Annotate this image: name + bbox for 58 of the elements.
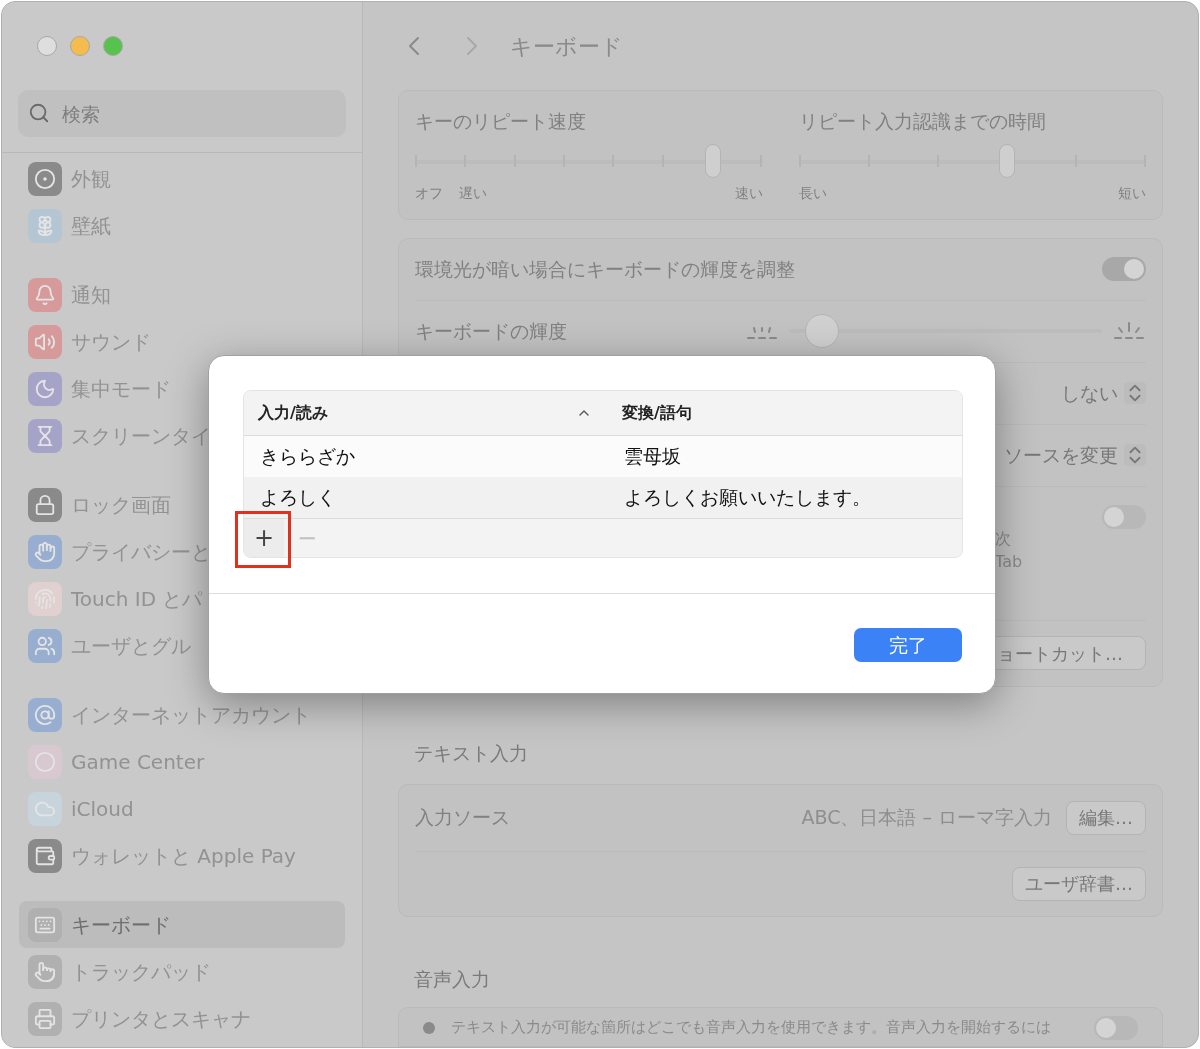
fingerprint-icon xyxy=(28,581,62,616)
brightness-slider[interactable] xyxy=(789,314,1102,349)
done-button[interactable]: 完了 xyxy=(854,628,962,662)
setting-label: 入力ソース xyxy=(415,805,511,831)
cloud-icon xyxy=(28,791,62,826)
toggle-switch[interactable] xyxy=(1102,504,1146,529)
slider-label: リピート入力認識までの時間 xyxy=(798,109,1047,134)
hand-icon xyxy=(28,534,62,569)
column-header[interactable]: 入力/読み xyxy=(244,391,608,435)
table-cell-text: よろしくお願いいたします。 xyxy=(623,485,871,511)
sidebar-item[interactable]: キーボード xyxy=(19,901,345,948)
bell-icon xyxy=(28,277,62,312)
edit-button[interactable]: 編集… xyxy=(1066,800,1146,835)
shortcut-button[interactable]: ョートカット… xyxy=(994,636,1146,671)
user-dictionary-button[interactable]: ユーザ辞書… xyxy=(1012,866,1146,901)
appearance-icon xyxy=(28,161,62,196)
wallet-icon xyxy=(28,838,62,873)
section-heading: テキスト入力 xyxy=(414,741,529,766)
column-header[interactable]: 変換/語句 xyxy=(608,391,962,435)
trackpad-icon xyxy=(28,954,62,989)
slider-thumb[interactable] xyxy=(704,144,721,178)
window-control[interactable] xyxy=(103,36,123,56)
flower-icon xyxy=(28,208,62,243)
chevron-updown-icon xyxy=(1124,444,1146,467)
slider-label: オフ xyxy=(415,184,443,203)
slider-label: 遅い xyxy=(459,184,487,203)
slider-label: キーのリピート速度 xyxy=(415,109,587,134)
toggle-switch[interactable] xyxy=(1094,1016,1138,1041)
slider-label: 速い xyxy=(734,184,763,203)
slider-label: 長い xyxy=(798,184,827,203)
keyboard-icon xyxy=(28,907,62,942)
slider-thumb[interactable] xyxy=(999,144,1015,178)
search-icon xyxy=(28,102,50,124)
search-field[interactable]: 検索 xyxy=(18,90,346,137)
at-sign-icon xyxy=(28,697,62,732)
setting-label: 環境光が暗い場合にキーボードの輝度を調整 xyxy=(415,256,796,282)
moon-icon xyxy=(28,371,62,406)
table-cell-text: よろしく xyxy=(259,485,337,511)
bright-icon xyxy=(1112,322,1146,341)
lock-icon xyxy=(28,487,62,522)
section-heading: 音声入力 xyxy=(414,966,491,992)
popup-select[interactable]: しない xyxy=(1061,378,1146,408)
window-title: キーボード xyxy=(510,32,623,61)
slider-thumb[interactable] xyxy=(804,314,839,349)
table-cell-text: きららざか xyxy=(259,444,356,470)
speaker-icon xyxy=(28,324,62,359)
chevron-updown-icon xyxy=(1124,382,1146,405)
setting-label: キーボードの輝度 xyxy=(415,318,568,344)
table-cell-text: 雲母坂 xyxy=(623,444,681,470)
slider-label: 短い xyxy=(1118,184,1146,203)
window-control[interactable] xyxy=(37,36,57,56)
add-button[interactable]: + xyxy=(244,519,284,557)
popup-select[interactable]: ソースを変更 xyxy=(1004,440,1146,470)
printer-icon xyxy=(28,1001,62,1036)
hourglass-icon xyxy=(28,418,62,453)
users-icon xyxy=(28,628,62,663)
window-control[interactable] xyxy=(70,36,90,56)
toggle-switch[interactable] xyxy=(1102,257,1146,282)
